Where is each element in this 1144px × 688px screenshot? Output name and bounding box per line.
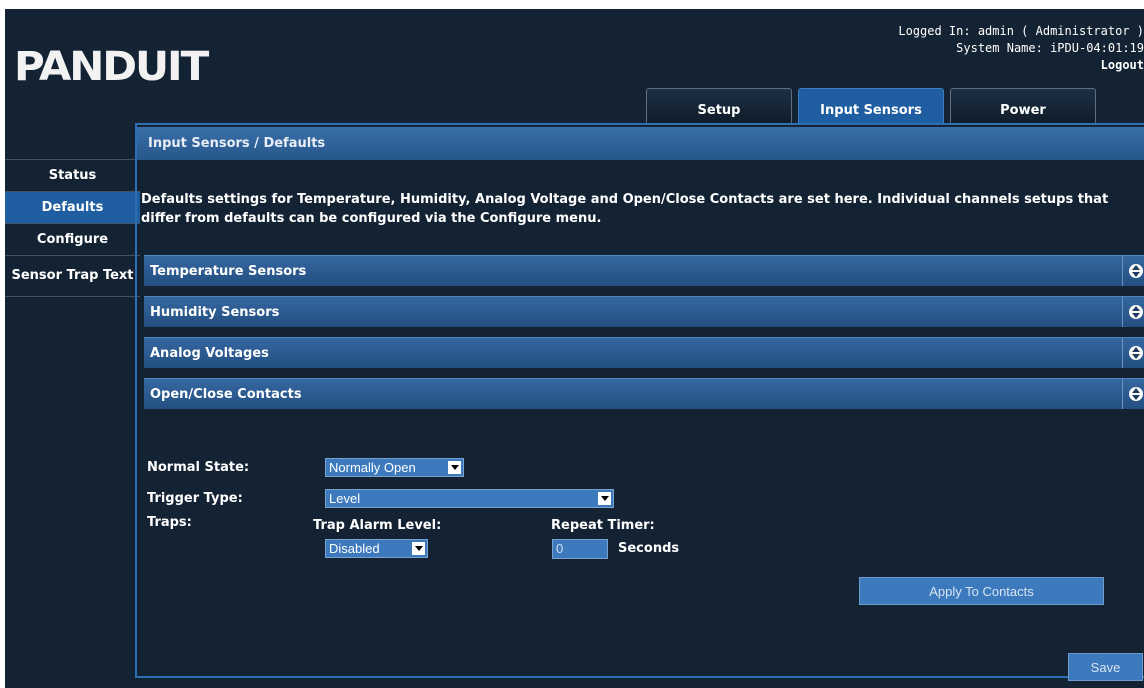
sidebar-item-defaults[interactable]: Defaults (5, 191, 140, 223)
sidebar-item-sensor-trap-text[interactable]: Sensor Trap Text (5, 255, 140, 297)
expand-collapse-icon[interactable] (1122, 338, 1144, 368)
normal-state-select[interactable]: Normally Open (325, 458, 464, 477)
normal-state-value: Normally Open (329, 460, 416, 475)
page-title: Input Sensors / Defaults (137, 127, 1144, 160)
app-window: PANDUIT Logged In: admin ( Administrator… (5, 9, 1144, 688)
trigger-type-label: Trigger Type: (147, 491, 243, 506)
chevron-down-icon (598, 492, 611, 505)
system-name-text: System Name: iPDU-04:01:19 (956, 41, 1144, 55)
logout-link[interactable]: Logout (898, 57, 1144, 74)
section-label: Temperature Sensors (150, 264, 307, 279)
sidebar-item-configure[interactable]: Configure (5, 223, 140, 255)
chevron-down-icon (448, 461, 461, 474)
trap-alarm-level-label: Trap Alarm Level: (313, 518, 442, 533)
trap-alarm-level-value: Disabled (329, 541, 380, 556)
main-panel: Input Sensors / Defaults Defaults settin… (135, 123, 1144, 681)
user-info: Logged In: admin ( Administrator ) Syste… (898, 23, 1144, 74)
chevron-down-icon (412, 542, 425, 555)
logged-in-text: Logged In: admin ( Administrator ) (898, 24, 1144, 38)
expand-collapse-icon[interactable] (1122, 297, 1144, 327)
section-analog-voltages[interactable]: Analog Voltages (144, 337, 1144, 368)
trap-alarm-level-select[interactable]: Disabled (325, 539, 428, 558)
save-button[interactable]: Save (1068, 653, 1143, 681)
repeat-timer-input[interactable]: 0 (552, 539, 608, 559)
sidebar: Status Defaults Configure Sensor Trap Te… (5, 159, 140, 297)
traps-label: Traps: (147, 515, 192, 530)
normal-state-label: Normal State: (147, 460, 250, 475)
trigger-type-select[interactable]: Level (325, 489, 614, 508)
panduit-logo: PANDUIT (14, 44, 209, 90)
tab-input-sensors[interactable]: Input Sensors (798, 88, 944, 124)
tab-setup[interactable]: Setup (646, 88, 792, 124)
section-label: Analog Voltages (150, 346, 269, 361)
apply-to-contacts-button[interactable]: Apply To Contacts (859, 577, 1104, 605)
seconds-label: Seconds (618, 541, 680, 556)
tab-power[interactable]: Power (950, 88, 1096, 124)
section-open-close-contacts[interactable]: Open/Close Contacts (144, 378, 1144, 409)
section-label: Open/Close Contacts (150, 387, 302, 402)
sidebar-item-status[interactable]: Status (5, 159, 140, 191)
trigger-type-value: Level (329, 491, 361, 506)
page-description: Defaults settings for Temperature, Humid… (141, 192, 1109, 226)
section-temperature-sensors[interactable]: Temperature Sensors (144, 255, 1144, 286)
expand-collapse-icon[interactable] (1122, 379, 1144, 409)
repeat-timer-label: Repeat Timer: (551, 518, 655, 533)
section-label: Humidity Sensors (150, 305, 280, 320)
section-humidity-sensors[interactable]: Humidity Sensors (144, 296, 1144, 327)
expand-collapse-icon[interactable] (1122, 256, 1144, 286)
